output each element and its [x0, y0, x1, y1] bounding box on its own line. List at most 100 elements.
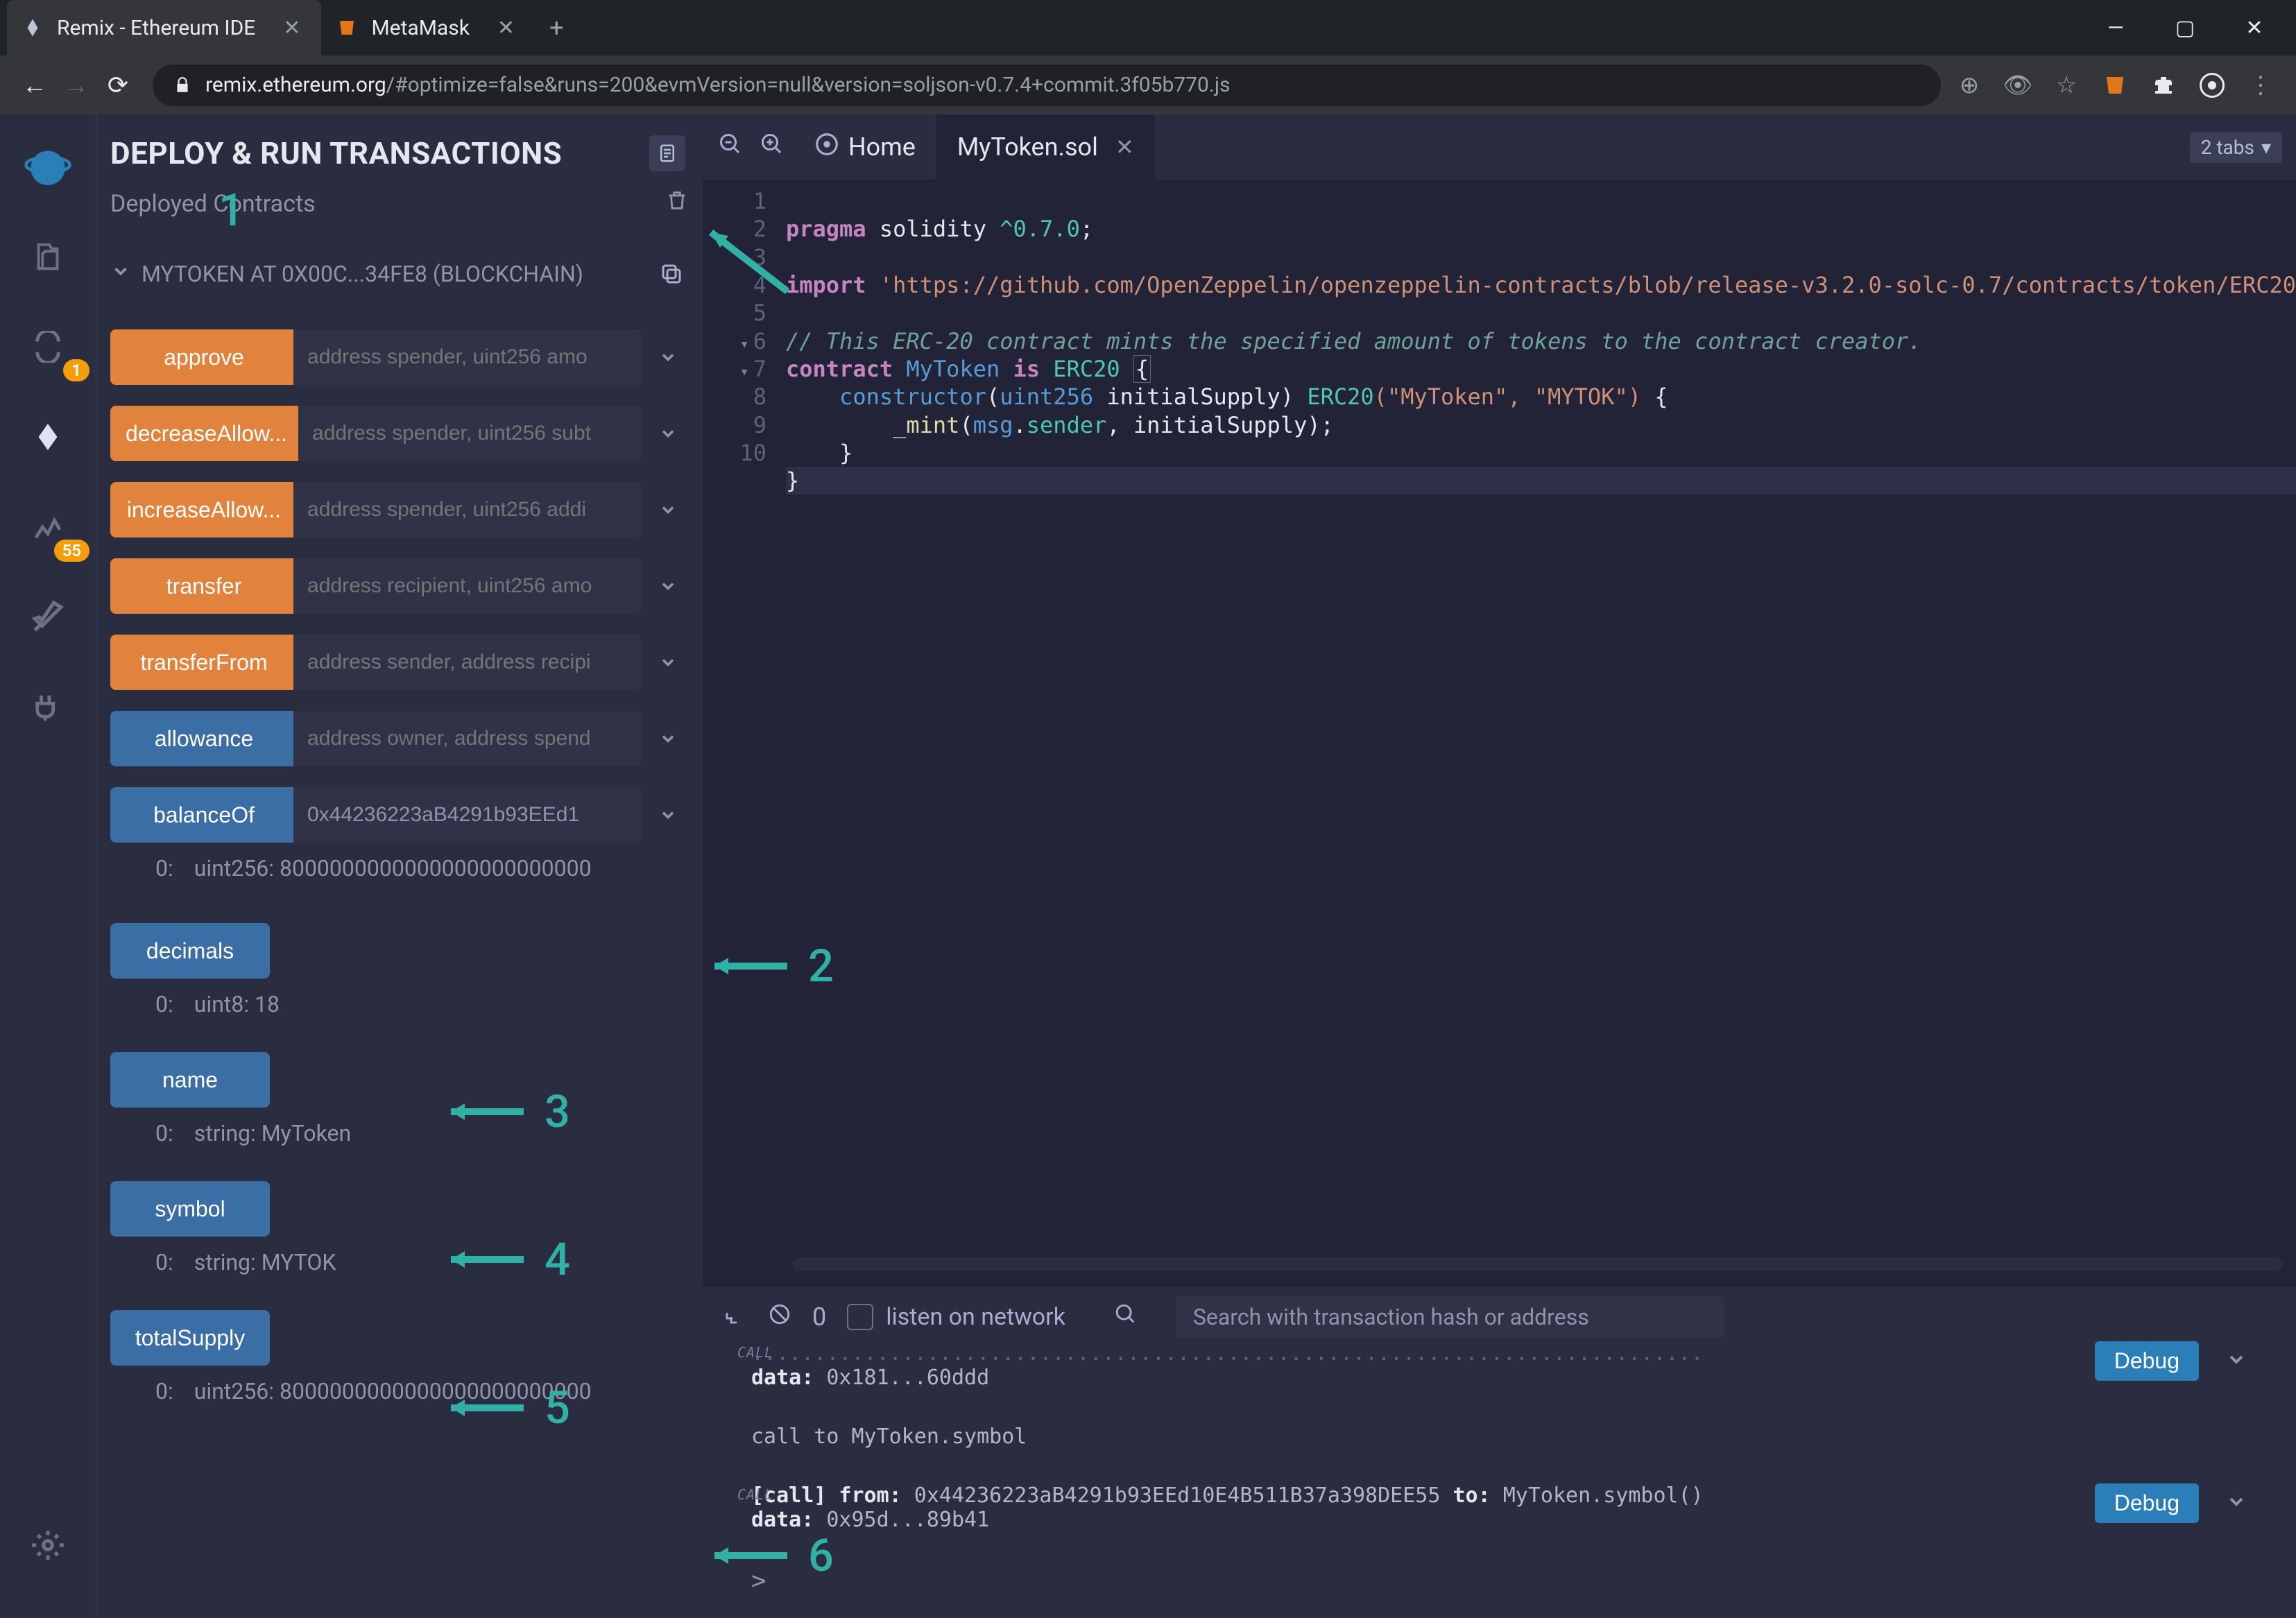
deployed-contracts-label: Deployed Contracts: [110, 190, 316, 218]
to-value: MyToken.symbol(): [1491, 1483, 1704, 1508]
chevron-down-icon[interactable]: [647, 565, 689, 607]
close-icon[interactable]: ✕: [497, 16, 515, 40]
fn-transferfrom-input[interactable]: [293, 635, 642, 690]
chevron-down-icon[interactable]: [647, 794, 689, 836]
file-explorer-icon[interactable]: [17, 225, 79, 288]
fn-allowance-input[interactable]: [293, 711, 642, 766]
fn-increase-button[interactable]: increaseAllow...: [110, 482, 298, 537]
editor-tabbar: Home MyToken.sol ✕ 2 tabs ▾: [703, 114, 2296, 180]
editor-horizontal-scrollbar[interactable]: [793, 1257, 2282, 1271]
metamask-ext-icon[interactable]: [2100, 71, 2130, 100]
home-tab[interactable]: Home: [793, 114, 936, 180]
debug-button[interactable]: Debug: [2095, 1341, 2199, 1381]
terminal-entry: call [call] from: 0x44236223aB4291b93EEd…: [751, 1483, 2268, 1532]
home-label: Home: [848, 132, 916, 162]
code-content[interactable]: pragma solidity ^0.7.0; import 'https://…: [779, 180, 2296, 1257]
browser-tab-remix[interactable]: Remix - Ethereum IDE ✕: [7, 0, 321, 55]
chevron-down-icon[interactable]: [647, 718, 689, 759]
terminal-collapse-icon[interactable]: [723, 1302, 747, 1332]
fn-increase-input[interactable]: [293, 482, 642, 537]
solidity-compiler-icon[interactable]: 1: [17, 316, 79, 378]
close-icon[interactable]: ✕: [283, 16, 300, 40]
tabs-dropdown[interactable]: 2 tabs ▾: [2190, 132, 2282, 163]
result-index: 0:: [155, 1249, 173, 1275]
data-value: 0x181...60ddd: [814, 1366, 989, 1390]
settings-icon[interactable]: [17, 1514, 79, 1576]
from-label: from:: [826, 1483, 901, 1508]
result-index: 0:: [155, 1120, 173, 1146]
url-path: /#optimize=false&runs=200&evmVersion=nul…: [386, 73, 1231, 97]
chevron-down-icon[interactable]: [2225, 1490, 2247, 1519]
bookmark-icon[interactable]: ☆: [2052, 71, 2081, 100]
unit-testing-icon[interactable]: [17, 586, 79, 648]
chevron-down-icon[interactable]: [647, 413, 689, 454]
zoom-icon[interactable]: ⊕: [1955, 71, 1984, 100]
remix-logo-icon[interactable]: [17, 135, 79, 198]
window-close-button[interactable]: ✕: [2220, 0, 2289, 55]
new-tab-button[interactable]: +: [549, 13, 563, 42]
zoom-in-icon[interactable]: [760, 132, 785, 163]
nav-forward-button[interactable]: →: [55, 64, 97, 106]
static-analysis-icon[interactable]: 55: [17, 496, 79, 558]
fn-symbol-button[interactable]: symbol: [110, 1181, 270, 1237]
code-editor[interactable]: 1 2 3 4 5 ▾6 ▾7 8 9 10 pragma solidity ^…: [703, 180, 2296, 1257]
url-domain: remix.ethereum.org: [205, 73, 386, 97]
browser-urlbar: ← → ⟳ remix.ethereum.org/#optimize=false…: [0, 55, 2296, 114]
clear-icon[interactable]: [768, 1302, 791, 1332]
browser-tab-title: MetaMask: [371, 16, 469, 40]
fn-decrease-button[interactable]: decreaseAllow...: [110, 406, 302, 461]
browser-tab-metamask[interactable]: MetaMask ✕: [321, 0, 536, 55]
call-line: call to MyToken.symbol: [751, 1425, 1027, 1449]
fn-transferfrom-button[interactable]: transferFrom: [110, 635, 298, 690]
nav-reload-button[interactable]: ⟳: [97, 64, 139, 106]
zoom-out-icon[interactable]: [718, 132, 743, 163]
deploy-run-icon[interactable]: [17, 406, 79, 468]
browser-tab-title: Remix - Ethereum IDE: [57, 16, 255, 40]
result-index: 0:: [155, 855, 173, 881]
contract-instance-header[interactable]: MYTOKEN AT 0X00C...34FE8 (BLOCKCHAIN): [110, 257, 689, 291]
window-minimize-button[interactable]: —: [2081, 0, 2150, 55]
plugin-manager-icon[interactable]: [17, 676, 79, 739]
fn-decimals-button[interactable]: decimals: [110, 923, 270, 979]
incognito-icon[interactable]: 👁: [2003, 71, 2032, 100]
listen-checkbox[interactable]: [847, 1304, 873, 1330]
close-icon[interactable]: ✕: [1115, 134, 1134, 160]
menu-icon[interactable]: ⋮: [2246, 71, 2275, 100]
compiler-badge: 1: [63, 359, 89, 381]
fn-allowance-button[interactable]: allowance: [110, 711, 298, 766]
fn-balanceof-button[interactable]: balanceOf: [110, 787, 298, 843]
fn-totalsupply-button[interactable]: totalSupply: [110, 1310, 270, 1366]
data-value: 0x95d...89b41: [814, 1508, 989, 1532]
fn-approve-input[interactable]: [293, 329, 642, 385]
deployed-trash-icon[interactable]: [665, 189, 689, 218]
chevron-down-icon[interactable]: [647, 336, 689, 378]
result-value: uint8: 18: [194, 991, 280, 1017]
panel-doc-icon[interactable]: [649, 135, 685, 171]
chevron-down-icon[interactable]: [647, 489, 689, 531]
result-value: string: MyToken: [194, 1120, 351, 1146]
nav-back-button[interactable]: ←: [14, 64, 55, 106]
from-value: 0x44236223aB4291b93EEd10E4B511B37a398DEE…: [902, 1483, 1453, 1508]
remix-favicon-icon: [21, 16, 44, 40]
chevron-down-icon[interactable]: [2225, 1348, 2247, 1377]
fn-transfer-input[interactable]: [293, 558, 642, 614]
fn-approve-button[interactable]: approve: [110, 329, 298, 385]
window-maximize-button[interactable]: ▢: [2150, 0, 2220, 55]
url-input[interactable]: remix.ethereum.org/#optimize=false&runs=…: [153, 64, 1941, 106]
call-tag: call: [737, 1486, 773, 1503]
contract-name: MYTOKEN AT 0X00C...34FE8 (BLOCKCHAIN): [142, 261, 583, 287]
terminal-search-input[interactable]: Search with transaction hash or address: [1176, 1296, 1724, 1338]
terminal-prompt[interactable]: >: [703, 1567, 2296, 1595]
line-gutter: 1 2 3 4 5 ▾6 ▾7 8 9 10: [703, 180, 779, 1257]
profile-icon[interactable]: [2198, 71, 2227, 100]
fn-decrease-input[interactable]: [298, 406, 642, 461]
file-tab[interactable]: MyToken.sol ✕: [936, 114, 1155, 180]
fn-name-button[interactable]: name: [110, 1052, 270, 1108]
debug-button[interactable]: Debug: [2095, 1483, 2199, 1523]
chevron-down-icon[interactable]: [647, 642, 689, 683]
search-icon[interactable]: [1114, 1302, 1138, 1332]
copy-icon[interactable]: [654, 257, 689, 291]
fn-balanceof-input[interactable]: [293, 787, 642, 843]
fn-transfer-button[interactable]: transfer: [110, 558, 298, 614]
extensions-icon[interactable]: [2149, 71, 2178, 100]
